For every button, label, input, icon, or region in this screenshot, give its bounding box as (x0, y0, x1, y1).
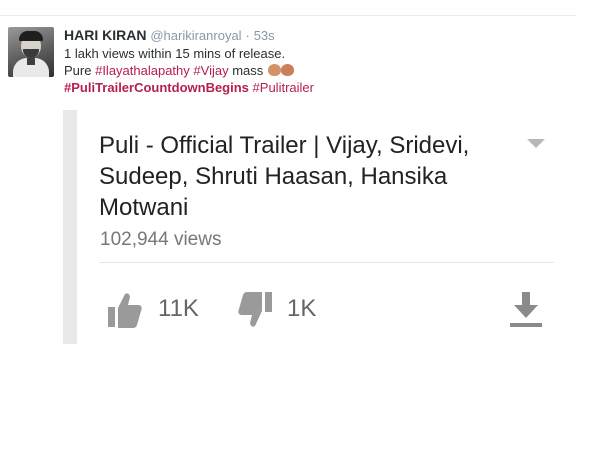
video-title[interactable]: Puli - Official Trailer | Vijay, Sridevi… (99, 130, 519, 223)
avatar-neck (27, 57, 35, 65)
avatar-hair (19, 31, 43, 41)
tweet-text-line-3: #PuliTrailerCountdownBegins #Pulitrailer (64, 79, 564, 96)
clapping-hands-icon (280, 64, 294, 76)
view-count: 102,944 views (100, 229, 222, 250)
timeline-divider (0, 15, 576, 16)
chevron-down-icon[interactable] (527, 139, 545, 148)
hashtag-pulitrailer[interactable]: #Pulitrailer (253, 80, 314, 95)
like-count: 11K (158, 295, 199, 322)
card-left-border (63, 110, 77, 344)
dislike-count: 1K (287, 295, 317, 322)
thumbs-up-icon[interactable] (107, 290, 143, 330)
tweet-text-suffix: mass (232, 63, 264, 78)
hashtag-ilayathalapathy[interactable]: #Ilayathalapathy (95, 63, 190, 78)
tweet: HARI KIRAN @harikiranroyal · 53s 1 lakh … (64, 26, 564, 96)
separator: · (245, 28, 250, 43)
card-divider (99, 262, 554, 263)
tweet-time[interactable]: 53s (254, 28, 275, 43)
hashtag-vijay[interactable]: #Vijay (193, 63, 228, 78)
youtube-card[interactable]: Puli - Official Trailer | Vijay, Sridevi… (63, 110, 563, 344)
avatar[interactable] (8, 27, 54, 77)
tweet-text-line-2: Pure #Ilayathalapathy #Vijay mass (64, 62, 564, 79)
thumbs-down-icon[interactable] (237, 290, 273, 330)
tweet-text-prefix: Pure (64, 63, 92, 78)
hashtag-puli-trailer-countdown-begins[interactable]: #PuliTrailerCountdownBegins (64, 80, 249, 95)
author-name[interactable]: HARI KIRAN (64, 27, 146, 43)
author-handle[interactable]: @harikiranroyal (150, 28, 241, 43)
clapping-hands-icon (267, 64, 281, 76)
download-icon[interactable] (508, 290, 544, 328)
tweet-text-line-1: 1 lakh views within 15 mins of release. (64, 46, 286, 61)
tweet-header: HARI KIRAN @harikiranroyal · 53s (64, 26, 564, 45)
